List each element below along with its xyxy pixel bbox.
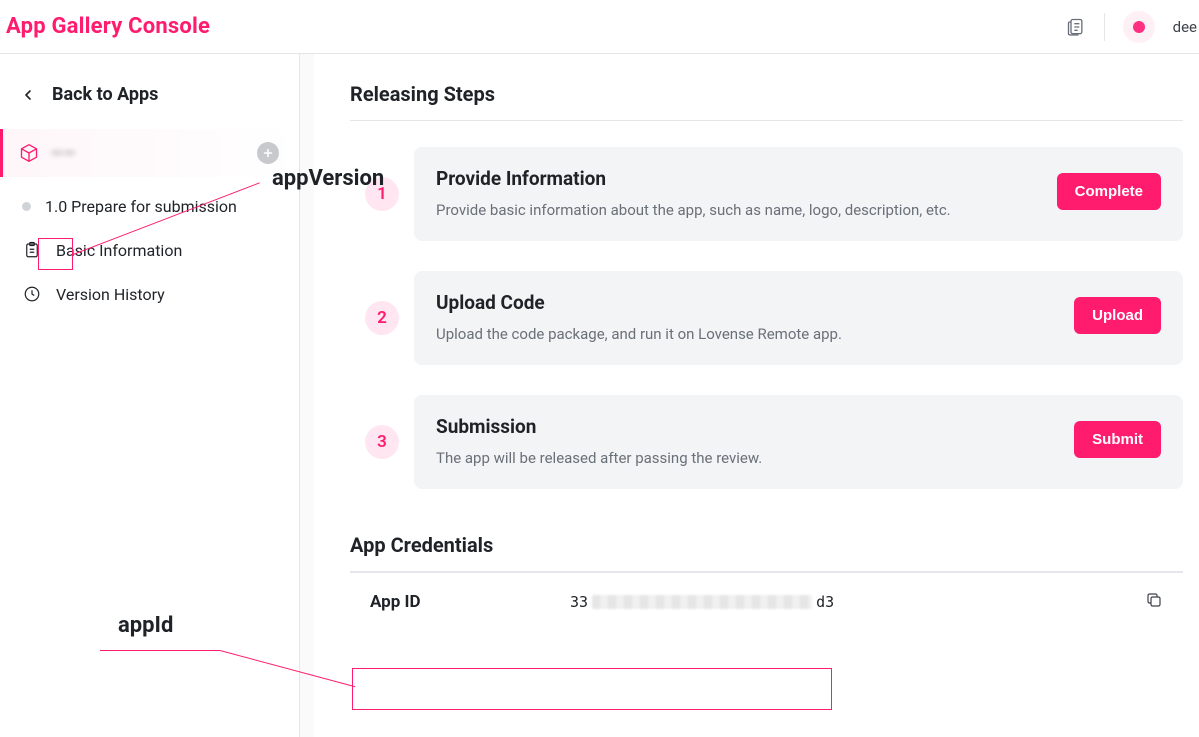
docs-icon[interactable] [1066, 17, 1086, 37]
step-desc: The app will be released after passing t… [436, 448, 762, 469]
submit-button[interactable]: Submit [1074, 421, 1161, 458]
step-1: 1 Provide Information Provide basic info… [350, 147, 1183, 241]
main: Releasing Steps 1 Provide Information Pr… [314, 54, 1199, 737]
step-title: Upload Code [436, 291, 842, 314]
back-to-apps[interactable]: Back to Apps [0, 72, 299, 129]
releasing-title: Releasing Steps [350, 82, 1183, 106]
credentials-title: App Credentials [350, 533, 1183, 557]
step-number: 1 [365, 177, 399, 211]
avatar[interactable] [1123, 11, 1155, 43]
copy-icon[interactable] [1145, 591, 1163, 613]
version-label: 1.0 Prepare for submission [45, 197, 237, 216]
sidebar-item-version-history[interactable]: Version History [0, 272, 299, 316]
complete-button[interactable]: Complete [1057, 173, 1161, 210]
header-right: dee [1066, 11, 1197, 43]
app-id-suffix: d3 [816, 593, 834, 611]
sidebar-app-row[interactable]: —— [0, 129, 299, 177]
step-2: 2 Upload Code Upload the code package, a… [350, 271, 1183, 365]
avatar-dot-icon [1133, 21, 1145, 33]
app-id-label: App ID [370, 592, 540, 612]
version-history-label: Version History [56, 285, 165, 304]
status-dot-icon [22, 202, 31, 211]
step-number: 2 [365, 301, 399, 335]
step-title: Provide Information [436, 167, 951, 190]
step-3: 3 Submission The app will be released af… [350, 395, 1183, 489]
sidebar-item-version[interactable]: 1.0 Prepare for submission [0, 177, 299, 228]
app-id-prefix: 33 [570, 593, 588, 611]
header: App Gallery Console dee [0, 0, 1199, 54]
add-version-button[interactable] [257, 142, 279, 164]
upload-button[interactable]: Upload [1074, 297, 1161, 334]
step-title: Submission [436, 415, 762, 438]
divider [350, 120, 1183, 121]
step-desc: Upload the code package, and run it on L… [436, 324, 842, 345]
step-number: 3 [365, 425, 399, 459]
brand-title: App Gallery Console [6, 14, 210, 39]
sidebar: Back to Apps —— 1.0 Prepare for submissi… [0, 54, 300, 737]
sidebar-item-basic-info[interactable]: Basic Information [0, 228, 299, 272]
clock-icon [22, 284, 42, 304]
step-desc: Provide basic information about the app,… [436, 200, 951, 221]
basic-info-label: Basic Information [56, 241, 182, 260]
credentials-section: App Credentials App ID 33 d3 [350, 533, 1183, 631]
app-id-value: 33 d3 [570, 593, 1115, 611]
clipboard-icon [22, 240, 42, 260]
app-id-masked [592, 595, 812, 609]
app-name-masked: —— [51, 144, 76, 162]
chevron-left-icon [18, 85, 38, 105]
cube-icon [19, 143, 39, 163]
app-id-row: App ID 33 d3 [350, 572, 1183, 631]
back-label: Back to Apps [52, 84, 158, 105]
header-divider [1104, 13, 1105, 41]
username: dee [1173, 18, 1197, 36]
